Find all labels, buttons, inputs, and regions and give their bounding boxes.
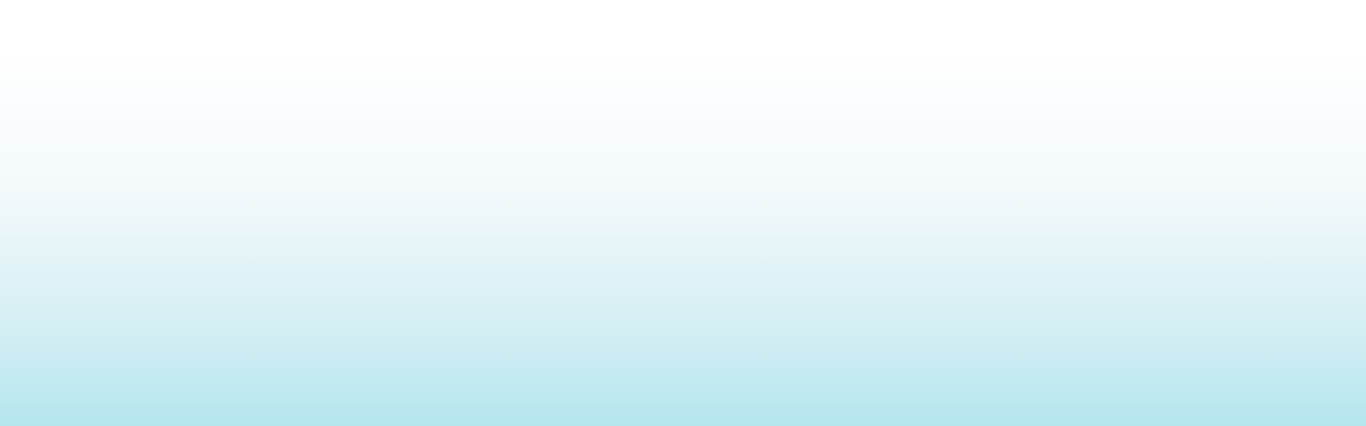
page-background — [0, 0, 1366, 426]
